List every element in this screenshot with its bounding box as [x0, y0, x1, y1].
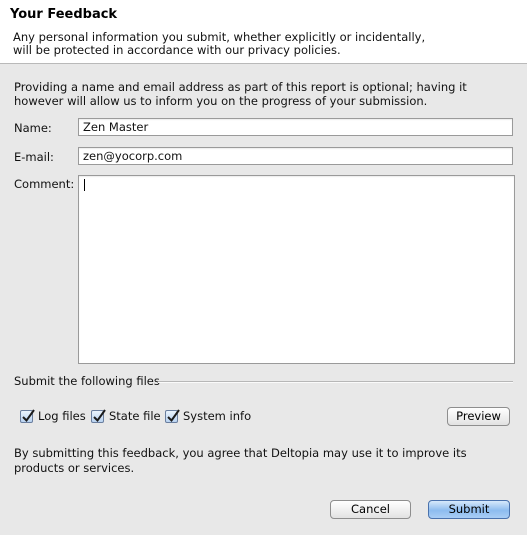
email-label: E-mail:	[14, 150, 54, 164]
name-label: Name:	[14, 121, 52, 135]
intro-text: Providing a name and email address as pa…	[14, 80, 467, 108]
comment-textarea[interactable]	[78, 175, 515, 364]
dialog-title: Your Feedback	[10, 7, 118, 22]
checkbox-label: Log files	[38, 409, 86, 423]
text-caret	[84, 179, 85, 191]
log-files-checkbox[interactable]: Log files	[20, 408, 86, 424]
comment-label: Comment:	[14, 177, 75, 191]
section-divider	[158, 381, 513, 383]
feedback-header: Your Feedback Any personal information y…	[0, 0, 527, 64]
checkbox-icon	[91, 408, 106, 423]
checkbox-icon	[20, 408, 35, 423]
cancel-button[interactable]: Cancel	[330, 500, 411, 519]
agreement-text: By submitting this feedback, you agree t…	[14, 446, 467, 475]
email-field[interactable]: zen@yocorp.com	[78, 147, 513, 165]
name-field[interactable]: Zen Master	[78, 118, 513, 136]
files-section-label: Submit the following files	[14, 374, 160, 388]
submit-button[interactable]: Submit	[428, 500, 510, 519]
system-info-checkbox[interactable]: System info	[165, 408, 251, 424]
checkbox-label: State file	[109, 409, 161, 423]
state-file-checkbox[interactable]: State file	[91, 408, 161, 424]
privacy-notice: Any personal information you submit, whe…	[13, 30, 426, 57]
checkbox-icon	[165, 408, 180, 423]
checkbox-label: System info	[183, 409, 252, 423]
preview-button[interactable]: Preview	[447, 407, 510, 426]
